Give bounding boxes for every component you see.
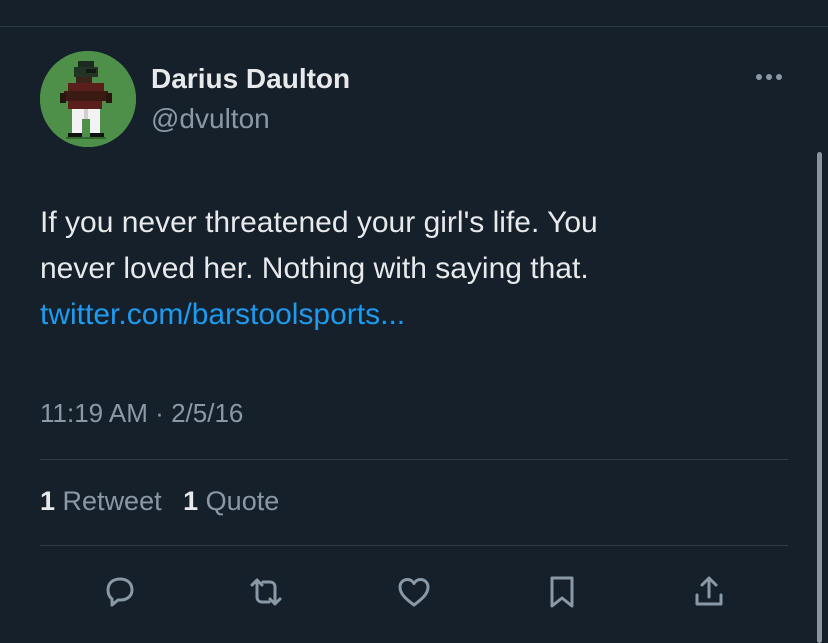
reply-button[interactable] (100, 572, 140, 612)
handle[interactable]: @dvulton (151, 102, 270, 136)
tweet-timestamp[interactable]: 11:19 AM · 2/5/16 (40, 396, 243, 430)
scrollbar[interactable] (817, 152, 822, 643)
quotes-label: Quote (205, 486, 280, 516)
tweet-link[interactable]: twitter.com/barstoolsports... (40, 292, 780, 338)
reply-icon (106, 577, 134, 607)
tweet-date: 2/5/16 (171, 398, 244, 428)
more-options-button[interactable] (752, 64, 786, 90)
divider (40, 545, 788, 546)
tweet-text-line: never loved her. Nothing with saying tha… (40, 252, 589, 285)
quotes-count: 1 (183, 486, 199, 516)
retweet-icon (250, 578, 282, 606)
quotes-stat[interactable]: 1 Quote (183, 484, 279, 518)
pixel-art-player-icon (40, 51, 136, 147)
heart-icon (398, 578, 430, 607)
divider (40, 459, 788, 460)
tweet-text: If you never threatened your girl's life… (40, 200, 780, 338)
tweet-time: 11:19 AM (40, 398, 148, 428)
more-icon (756, 74, 782, 80)
tweet-detail-page: Darius Daulton @dvulton If you never thr… (0, 0, 828, 643)
retweet-button[interactable] (246, 572, 286, 612)
bookmark-icon (550, 576, 574, 608)
avatar[interactable] (40, 51, 136, 147)
display-name[interactable]: Darius Daulton (151, 62, 350, 96)
top-divider (0, 26, 828, 27)
meta-separator: · (155, 398, 164, 428)
share-icon (695, 576, 723, 606)
tweet-text-line: If you never threatened your girl's life… (40, 206, 598, 239)
retweets-label: Retweet (62, 486, 162, 516)
tweet-stats: 1 Retweet 1 Quote (40, 484, 293, 518)
like-button[interactable] (394, 572, 434, 612)
share-button[interactable] (689, 572, 729, 612)
retweets-count: 1 (40, 486, 56, 516)
retweets-stat[interactable]: 1 Retweet (40, 484, 162, 518)
bookmark-button[interactable] (542, 572, 582, 612)
